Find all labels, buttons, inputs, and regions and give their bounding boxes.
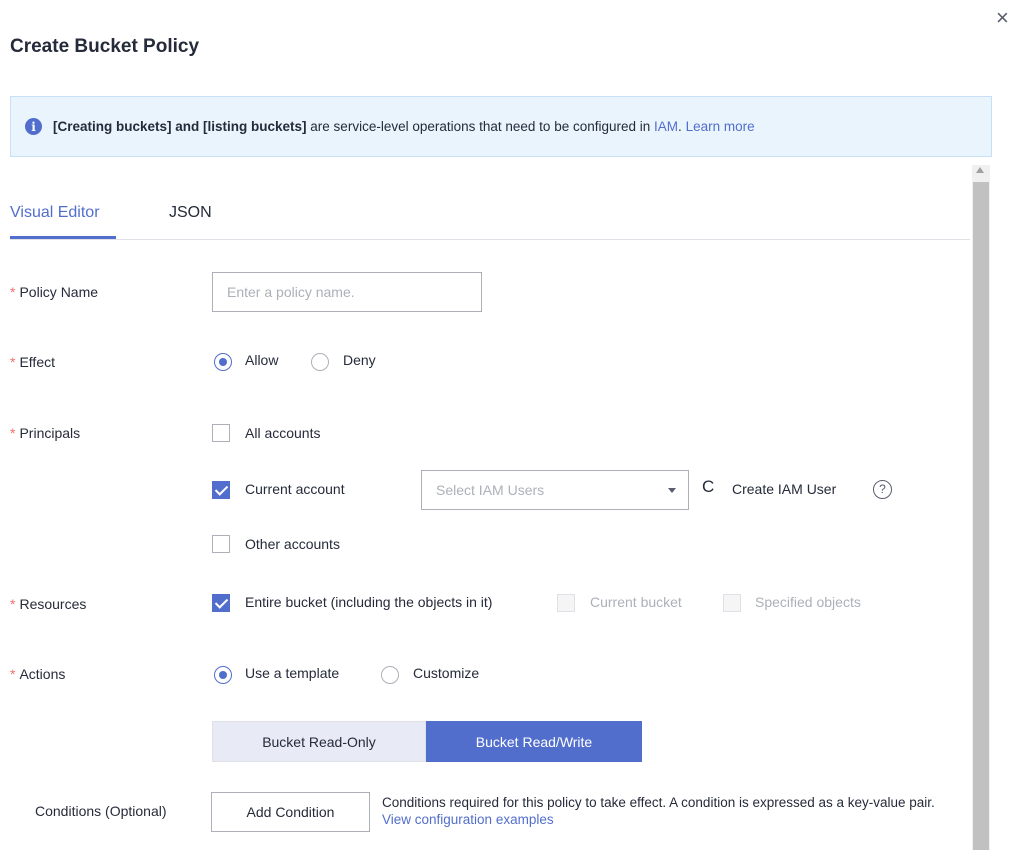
required-mark: * bbox=[10, 666, 16, 682]
active-tab-indicator bbox=[10, 236, 116, 239]
view-configuration-examples-link[interactable]: View configuration examples bbox=[382, 812, 554, 827]
required-mark: * bbox=[10, 284, 16, 300]
scroll-thumb[interactable] bbox=[973, 182, 989, 850]
chevron-down-icon bbox=[668, 488, 676, 493]
required-mark: * bbox=[10, 596, 16, 612]
info-notice: i [Creating buckets] and [listing bucket… bbox=[10, 96, 992, 157]
notice-period: . bbox=[678, 119, 682, 134]
add-condition-button[interactable]: Add Condition bbox=[211, 792, 370, 832]
effect-allow-radio[interactable] bbox=[214, 353, 232, 371]
use-template-label[interactable]: Use a template bbox=[245, 665, 339, 681]
effect-allow-label[interactable]: Allow bbox=[245, 352, 278, 368]
specified-objects-checkbox[interactable] bbox=[723, 594, 741, 612]
refresh-icon[interactable]: C bbox=[702, 477, 714, 497]
info-icon: i bbox=[25, 118, 42, 135]
tab-visual-editor[interactable]: Visual Editor bbox=[10, 204, 100, 222]
bucket-read-write-button[interactable]: Bucket Read/Write bbox=[426, 721, 642, 762]
customize-label[interactable]: Customize bbox=[413, 665, 479, 681]
iam-users-select[interactable]: Select IAM Users bbox=[421, 470, 689, 510]
vertical-scrollbar[interactable] bbox=[972, 165, 990, 850]
editor-tabs: Visual Editor JSON bbox=[10, 196, 970, 240]
resources-label-text: Resources bbox=[19, 596, 87, 612]
scroll-up-arrow-icon[interactable] bbox=[976, 167, 984, 173]
specified-objects-label[interactable]: Specified objects bbox=[755, 594, 861, 610]
policy-name-input[interactable] bbox=[212, 272, 482, 312]
effect-label-text: Effect bbox=[19, 354, 55, 370]
tab-json[interactable]: JSON bbox=[169, 204, 212, 222]
required-mark: * bbox=[10, 425, 16, 441]
entire-bucket-label[interactable]: Entire bucket (including the objects in … bbox=[245, 594, 492, 610]
other-accounts-checkbox[interactable] bbox=[212, 535, 230, 553]
effect-label: * Effect bbox=[10, 354, 55, 370]
entire-bucket-checkbox[interactable] bbox=[212, 594, 230, 612]
resources-label: * Resources bbox=[10, 596, 86, 612]
current-account-label[interactable]: Current account bbox=[245, 481, 345, 497]
conditions-label: Conditions (Optional) bbox=[35, 803, 167, 819]
policy-name-label-text: Policy Name bbox=[19, 284, 99, 300]
current-account-checkbox[interactable] bbox=[212, 481, 230, 499]
iam-users-select-placeholder: Select IAM Users bbox=[436, 482, 545, 498]
current-bucket-checkbox[interactable] bbox=[557, 594, 575, 612]
actions-label-text: Actions bbox=[19, 666, 66, 682]
actions-label: * Actions bbox=[10, 666, 65, 682]
principals-label-text: Principals bbox=[19, 425, 81, 441]
dialog-title: Create Bucket Policy bbox=[10, 36, 200, 57]
conditions-description-text: Conditions required for this policy to t… bbox=[382, 795, 935, 810]
bucket-read-only-button[interactable]: Bucket Read-Only bbox=[212, 721, 426, 762]
current-bucket-label[interactable]: Current bucket bbox=[590, 594, 682, 610]
effect-deny-radio[interactable] bbox=[311, 353, 329, 371]
required-mark: * bbox=[10, 354, 16, 370]
all-accounts-checkbox[interactable] bbox=[212, 424, 230, 442]
close-icon[interactable]: × bbox=[996, 7, 1016, 29]
create-iam-user-link[interactable]: Create IAM User bbox=[732, 481, 836, 497]
customize-radio[interactable] bbox=[381, 666, 399, 684]
notice-plain-text: are service-level operations that need t… bbox=[306, 119, 655, 134]
principals-label: * Principals bbox=[10, 425, 80, 441]
use-template-radio[interactable] bbox=[214, 666, 232, 684]
iam-link[interactable]: IAM bbox=[654, 119, 678, 134]
policy-name-label: * Policy Name bbox=[10, 284, 98, 300]
learn-more-link[interactable]: Learn more bbox=[686, 119, 755, 134]
notice-bold-text: [Creating buckets] and [listing buckets] bbox=[53, 119, 307, 134]
notice-text: [Creating buckets] and [listing buckets]… bbox=[53, 119, 755, 134]
all-accounts-label[interactable]: All accounts bbox=[245, 425, 320, 441]
other-accounts-label[interactable]: Other accounts bbox=[245, 536, 340, 552]
effect-deny-label[interactable]: Deny bbox=[343, 352, 376, 368]
conditions-description: Conditions required for this policy to t… bbox=[382, 794, 967, 828]
help-icon[interactable]: ? bbox=[873, 480, 892, 499]
